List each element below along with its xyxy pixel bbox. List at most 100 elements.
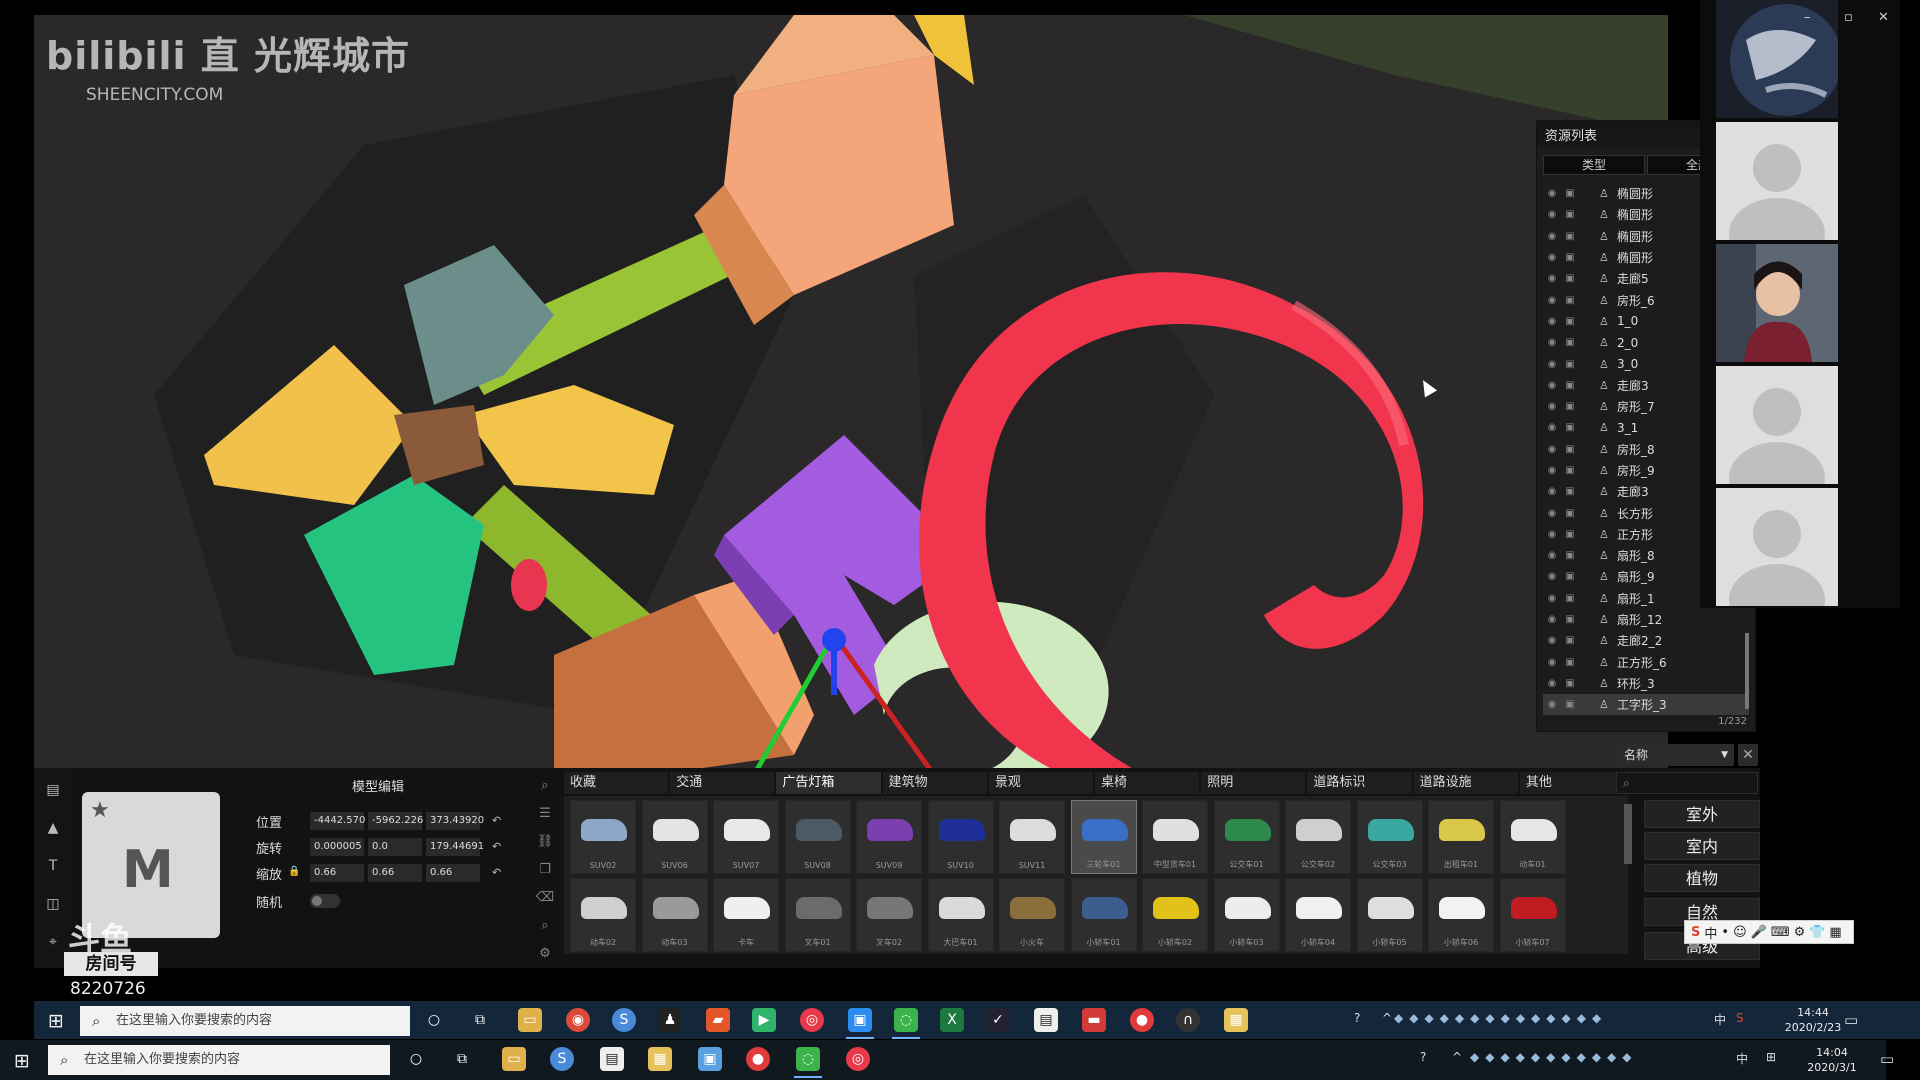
lock-icon[interactable]: ▣: [1561, 380, 1579, 391]
asset-tile[interactable]: 三轮车01: [1070, 800, 1137, 874]
visibility-eye-icon[interactable]: ◉: [1543, 444, 1561, 455]
browser-icon[interactable]: S: [612, 1008, 636, 1032]
tray-icons[interactable]: ◆◆◆◆◆◆◆◆◆◆◆: [1470, 1050, 1730, 1064]
category-tab[interactable]: 广告灯箱: [776, 772, 881, 794]
lock-icon[interactable]: ▣: [1561, 401, 1579, 412]
lock-icon[interactable]: ▣: [1561, 209, 1579, 220]
tray-expand-icon[interactable]: ^: [1452, 1050, 1462, 1064]
chrome-icon[interactable]: ◉: [566, 1008, 590, 1032]
scale-y-input[interactable]: 0.66: [368, 864, 422, 882]
excel-icon[interactable]: X: [940, 1008, 964, 1032]
input-language[interactable]: 中: [1714, 1011, 1726, 1028]
app-red-icon[interactable]: ▰: [706, 1008, 730, 1032]
rotation-y-input[interactable]: 0.0: [368, 838, 422, 856]
browser-icon[interactable]: S: [550, 1047, 574, 1071]
position-x-input[interactable]: -4442.570: [310, 812, 365, 830]
asset-tile[interactable]: 出租车01: [1428, 800, 1494, 874]
asset-tile[interactable]: SUV02: [570, 800, 636, 874]
visibility-eye-icon[interactable]: ◉: [1543, 571, 1561, 582]
lock-icon[interactable]: ▣: [1561, 359, 1579, 370]
viewport-3d[interactable]: bilibili 直 光辉城市 SHEENCITY.COM: [34, 15, 1668, 775]
task-view-icon[interactable]: ⧉: [450, 1047, 474, 1071]
asset-tile[interactable]: 小轿车01: [1070, 878, 1137, 952]
visibility-eye-icon[interactable]: ◉: [1543, 359, 1561, 370]
lock-icon[interactable]: ▣: [1561, 465, 1579, 476]
lock-icon[interactable]: ▣: [1561, 188, 1579, 199]
notification-icon[interactable]: ▭: [1844, 1011, 1858, 1029]
taskbar-search-input[interactable]: ⌕ 在这里输入你要搜索的内容: [48, 1045, 390, 1075]
windows-start-icon[interactable]: ⊞: [48, 1010, 64, 1032]
file-explorer-icon[interactable]: ▭: [502, 1047, 526, 1071]
resource-list-item[interactable]: ◉ ▣ ♙ 走廊2_2: [1543, 630, 1749, 651]
scale-z-input[interactable]: 0.66: [426, 864, 480, 882]
wechat-icon[interactable]: ◌: [794, 1047, 822, 1078]
taskbar-search-input[interactable]: ⌕ 在这里输入你要搜索的内容: [80, 1006, 410, 1036]
visibility-eye-icon[interactable]: ◉: [1543, 508, 1561, 519]
notification-icon[interactable]: ▭: [1880, 1050, 1894, 1068]
meeting-icon[interactable]: ▣: [846, 1008, 874, 1039]
resource-list-item[interactable]: ◉ ▣ ♙ 扇形_12: [1543, 609, 1749, 630]
player-icon[interactable]: ▶: [752, 1008, 776, 1032]
link-icon[interactable]: ⛓: [534, 834, 556, 862]
settings-icon[interactable]: ⚙: [534, 946, 556, 974]
lock-icon[interactable]: 🔒: [288, 866, 300, 877]
asset-tile[interactable]: 小轿车06: [1428, 878, 1494, 952]
category-tab[interactable]: 建筑物: [882, 772, 987, 794]
remote-desktop-icon[interactable]: ▣: [698, 1047, 722, 1071]
tray-expand-icon[interactable]: ^: [1382, 1011, 1392, 1025]
netease-music-icon[interactable]: ◎: [846, 1047, 870, 1071]
clear-icon[interactable]: ✕: [1738, 744, 1758, 766]
reset-scale-icon[interactable]: ↶: [492, 866, 501, 879]
asset-tile[interactable]: 大巴车01: [927, 878, 994, 952]
resource-list-scrollbar[interactable]: [1745, 633, 1749, 709]
restore-button[interactable]: ▫: [1844, 10, 1853, 25]
asset-tile[interactable]: SUV09: [856, 800, 922, 874]
visibility-eye-icon[interactable]: ◉: [1543, 486, 1561, 497]
search-folder-icon[interactable]: ⌕: [534, 778, 556, 806]
ime-tool-icon[interactable]: ⌨: [1771, 925, 1790, 940]
asset-tile[interactable]: SUV10: [927, 800, 994, 874]
clock-top[interactable]: 14:44 2020/2/23: [1778, 1005, 1848, 1035]
ime-tool-icon[interactable]: 中: [1704, 923, 1717, 942]
asset-tile[interactable]: 小轿车05: [1356, 878, 1423, 952]
visibility-eye-icon[interactable]: ◉: [1543, 550, 1561, 561]
visibility-eye-icon[interactable]: ◉: [1543, 614, 1561, 625]
asset-tile[interactable]: SUV07: [713, 800, 779, 874]
minimize-button[interactable]: –: [1804, 10, 1811, 25]
visibility-eye-icon[interactable]: ◉: [1543, 422, 1561, 433]
asset-tile[interactable]: 小轿车02: [1142, 878, 1208, 952]
netease-music-icon[interactable]: ◎: [800, 1008, 824, 1032]
terrain-icon[interactable]: ▲: [44, 820, 62, 838]
category-tab[interactable]: 道路设施: [1413, 772, 1518, 794]
sogou-icon[interactable]: S: [1736, 1011, 1744, 1025]
filter-type-button[interactable]: 类型: [1543, 155, 1645, 175]
image-app-icon[interactable]: ▦: [1224, 1008, 1248, 1032]
category-tab[interactable]: 其他: [1519, 772, 1625, 794]
asset-tile[interactable]: 叉车02: [856, 878, 922, 952]
asset-tile[interactable]: 中型货车01: [1142, 800, 1208, 874]
visibility-eye-icon[interactable]: ◉: [1543, 337, 1561, 348]
lock-icon[interactable]: ▣: [1561, 273, 1579, 284]
file-explorer-icon[interactable]: ▭: [518, 1008, 542, 1032]
cortana-icon[interactable]: ○: [404, 1047, 428, 1071]
visibility-eye-icon[interactable]: ◉: [1543, 635, 1561, 646]
visibility-eye-icon[interactable]: ◉: [1543, 401, 1561, 412]
asset-tile[interactable]: SUV06: [641, 800, 708, 874]
asset-tile[interactable]: 动车03: [641, 878, 708, 952]
visibility-eye-icon[interactable]: ◉: [1543, 252, 1561, 263]
lock-icon[interactable]: ▣: [1561, 422, 1579, 433]
lock-icon[interactable]: ▣: [1561, 657, 1579, 668]
rotation-z-input[interactable]: 179.44691: [426, 838, 484, 856]
reset-rotation-icon[interactable]: ↶: [492, 840, 501, 853]
cortana-icon[interactable]: ○: [422, 1008, 446, 1032]
search-icon[interactable]: ⌕: [534, 918, 556, 946]
help-icon[interactable]: ?: [1420, 1050, 1426, 1064]
lock-icon[interactable]: ▣: [1561, 593, 1579, 604]
lock-icon[interactable]: ▣: [1561, 529, 1579, 540]
position-y-input[interactable]: -5962.226: [368, 812, 423, 830]
sort-name-dropdown[interactable]: 名称 ▼: [1616, 744, 1734, 766]
qq-icon[interactable]: ♟: [658, 1008, 682, 1032]
ime-tool-icon[interactable]: 🎤: [1751, 925, 1767, 940]
ime-tool-icon[interactable]: ⚙: [1794, 925, 1806, 940]
visibility-eye-icon[interactable]: ◉: [1543, 380, 1561, 391]
